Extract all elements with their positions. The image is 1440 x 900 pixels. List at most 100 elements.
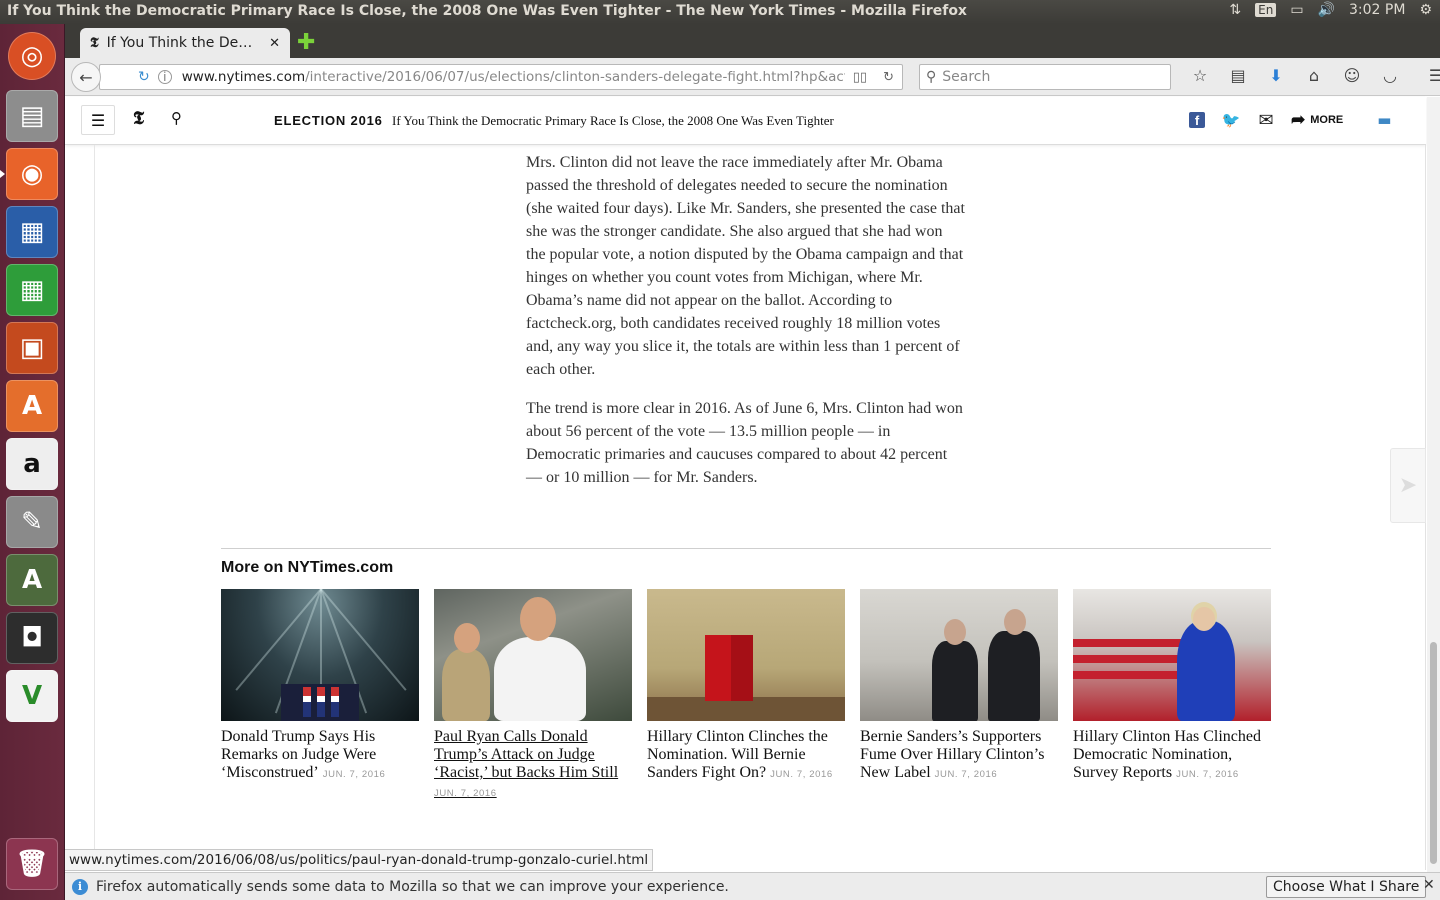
software-updater-icon[interactable]: A [6, 554, 58, 606]
reader-view-icon[interactable]: ▯▯ [853, 70, 867, 85]
card-thumbnail[interactable] [647, 589, 845, 721]
content-border-left [94, 145, 95, 870]
card-headline[interactable]: Paul Ryan Calls Donald Trump’s Attack on… [434, 728, 632, 803]
pocket-icon[interactable]: ◡ [1371, 66, 1409, 85]
search-icon: ⚲ [926, 69, 937, 85]
card-thumbnail[interactable] [860, 589, 1058, 721]
share-arrow-icon: ➦ [1291, 110, 1306, 129]
home-icon[interactable]: ⌂ [1295, 66, 1333, 85]
nyt-sticky-header: ☰ 𝕿 ⚲ ELECTION 2016 If You Think the Dem… [65, 97, 1426, 145]
card-thumbnail[interactable] [434, 589, 632, 721]
url-text[interactable]: www.nytimes.com/interactive/2016/06/07/u… [182, 69, 845, 85]
card-date: JUN. 7, 2016 [322, 769, 386, 780]
trash-icon[interactable]: 🗑 [6, 838, 58, 890]
card-thumbnail[interactable] [1073, 589, 1271, 721]
ubuntu-dash-icon[interactable]: ◎ [8, 32, 56, 80]
nyt-logo-icon[interactable]: 𝕿 [133, 108, 144, 129]
notification-bar: i Firefox automatically sends some data … [65, 872, 1440, 900]
tab-nytimes[interactable]: 𝕿 If You Think the De… ✕ [80, 28, 290, 58]
more-on-card[interactable]: Bernie Sanders’s Supporters Fume Over Hi… [860, 589, 1058, 784]
identity-icon[interactable]: ↻ [138, 69, 150, 85]
navigation-toolbar: ↻ i www.nytimes.com/interactive/2016/06/… [65, 58, 1440, 96]
card-headline[interactable]: Hillary Clinton Clinches the Nomination.… [647, 728, 845, 784]
email-icon[interactable]: ✉ [1255, 110, 1277, 131]
article-paragraph: Mrs. Clinton did not leave the race imme… [526, 154, 965, 378]
amazon-icon[interactable]: a [6, 438, 58, 490]
card-date: JUN. 7, 2016 [1176, 769, 1239, 780]
more-on-heading: More on NYTimes.com [221, 559, 394, 576]
libreoffice-calc-icon[interactable]: ▦ [6, 264, 58, 316]
share-tools: f 🐦 ✉ ➦ MORE ▬ [1189, 110, 1391, 131]
article-body: Mrs. Clinton did not leave the race imme… [526, 151, 966, 505]
more-on-card[interactable]: Paul Ryan Calls Donald Trump’s Attack on… [434, 589, 632, 803]
card-headline[interactable]: Donald Trump Says His Remarks on Judge W… [221, 728, 419, 784]
section-divider [221, 548, 1271, 549]
back-arrow-icon: ← [79, 67, 93, 87]
system-settings-icon[interactable]: ✎ [6, 496, 58, 548]
running-indicator [0, 170, 5, 178]
more-on-card[interactable]: Hillary Clinton Clinches the Nomination.… [647, 589, 845, 784]
launcher: ◎ ▤ ◉ ▦ ▦ ▣ A a ✎ A ◘ V 🗑 [0, 24, 65, 900]
menu-icon: ☰ [90, 110, 106, 130]
card-headline-text[interactable]: Paul Ryan Calls Donald Trump’s Attack on… [434, 728, 618, 781]
section-label[interactable]: ELECTION 2016 [274, 113, 383, 128]
downloads-icon[interactable]: ⬇ [1257, 66, 1295, 85]
notification-message: Firefox automatically sends some data to… [96, 878, 729, 895]
back-button[interactable]: ← [71, 62, 101, 92]
card-headline[interactable]: Hillary Clinton Has Clinched Democratic … [1073, 728, 1271, 784]
new-tab-icon[interactable]: ✚ [297, 30, 315, 55]
hamburger-menu-icon[interactable]: ☰ [1417, 66, 1440, 85]
next-article-button[interactable]: ➤ [1390, 448, 1426, 523]
tab-label: If You Think the De… [106, 35, 253, 51]
more-label: MORE [1310, 114, 1344, 126]
bookmark-star-icon[interactable]: ☆ [1181, 66, 1219, 85]
url-path: /interactive/2016/06/07/us/elections/cli… [305, 69, 845, 85]
article-paragraph: The trend is more clear in 2016. As of J… [526, 400, 963, 486]
save-folder-icon[interactable]: ▬ [1377, 110, 1391, 130]
page-info-icon[interactable]: i [157, 70, 172, 84]
twitter-icon[interactable]: 🐦 [1221, 110, 1241, 130]
card-date: JUN. 7, 2016 [434, 788, 497, 799]
sections-menu-button[interactable]: ☰ [81, 105, 115, 135]
settings-gear-icon[interactable]: ⚙ [1419, 2, 1432, 18]
facebook-icon[interactable]: f [1189, 112, 1205, 128]
libreoffice-writer-icon[interactable]: ▦ [6, 206, 58, 258]
scrollbar-thumb[interactable] [1430, 642, 1437, 864]
close-icon[interactable]: ✕ [1423, 877, 1435, 893]
more-on-card[interactable]: Hillary Clinton Has Clinched Democratic … [1073, 589, 1271, 784]
disk-utility-icon[interactable]: ◘ [6, 612, 58, 664]
reload-icon[interactable]: ↻ [883, 70, 894, 85]
url-bar[interactable]: ↻ i www.nytimes.com/interactive/2016/06/… [99, 64, 903, 90]
chevron-right-icon: ➤ [1398, 473, 1418, 498]
card-thumbnail[interactable] [221, 589, 419, 721]
volume-icon[interactable]: 🔊 [1318, 2, 1335, 18]
more-share-button[interactable]: ➦ MORE [1291, 110, 1343, 130]
close-tab-icon[interactable]: ✕ [269, 36, 280, 51]
window-title: If You Think the Democratic Primary Race… [7, 3, 967, 19]
search-icon[interactable]: ⚲ [171, 109, 182, 127]
toolbar-icons: ☆ ▤ ⬇ ⌂ ☺ ◡ ☰ [1181, 66, 1440, 85]
firefox-icon[interactable]: ◉ [6, 148, 58, 200]
clock[interactable]: 3:02 PM [1349, 2, 1405, 18]
network-icon[interactable]: ⇅ [1229, 2, 1241, 18]
card-date: JUN. 7, 2016 [934, 769, 998, 780]
status-link-preview: www.nytimes.com/2016/06/08/us/politics/p… [65, 849, 654, 871]
more-on-card[interactable]: Donald Trump Says His Remarks on Judge W… [221, 589, 419, 784]
search-bar[interactable]: ⚲ Search [919, 64, 1171, 90]
search-input[interactable]: Search [942, 69, 990, 85]
url-host: www.nytimes.com [181, 69, 306, 85]
files-icon[interactable]: ▤ [6, 90, 58, 142]
vnc-viewer-icon[interactable]: V [6, 670, 58, 722]
card-date: JUN. 7, 2016 [770, 769, 833, 780]
keyboard-layout-indicator[interactable]: En [1255, 3, 1277, 17]
page-scrollbar[interactable] [1427, 97, 1440, 872]
reading-list-icon[interactable]: ▤ [1219, 66, 1257, 85]
hello-icon[interactable]: ☺ [1333, 66, 1371, 85]
card-headline[interactable]: Bernie Sanders’s Supporters Fume Over Hi… [860, 728, 1058, 784]
libreoffice-impress-icon[interactable]: ▣ [6, 322, 58, 374]
software-center-icon[interactable]: A [6, 380, 58, 432]
info-icon: i [72, 878, 88, 895]
tab-strip: 𝕿 If You Think the De… ✕ ✚ [65, 24, 1440, 58]
choose-what-i-share-button[interactable]: Choose What I Share [1266, 876, 1427, 898]
battery-icon[interactable]: ▭ [1290, 2, 1303, 18]
